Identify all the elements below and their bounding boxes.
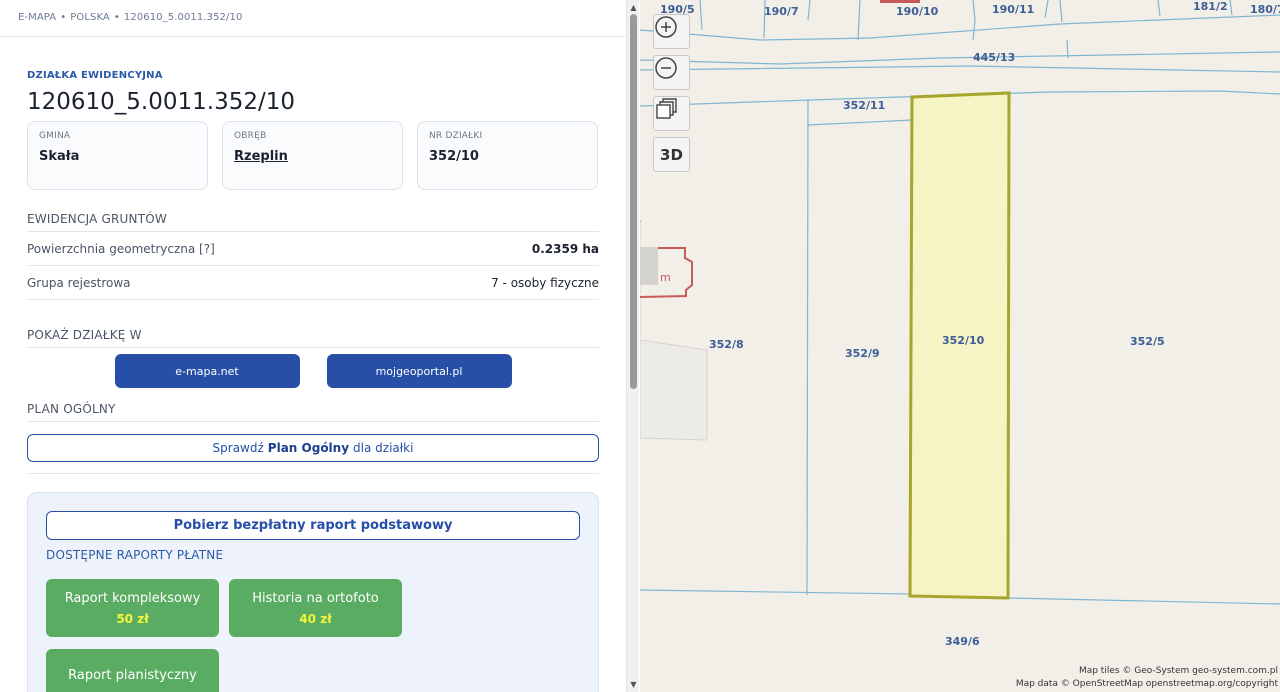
map-label-parcel: 190/10 — [896, 5, 939, 18]
obreb-link[interactable]: Rzeplin — [234, 149, 391, 164]
map-label-selected-parcel: 352/10 — [942, 334, 985, 347]
row-label: Powierzchnia geometryczna [?] — [27, 241, 215, 256]
card-label: OBRĘB — [234, 131, 267, 141]
map-label-parcel: 352/8 — [709, 338, 744, 351]
scroll-down-arrow-icon[interactable]: ▼ — [629, 680, 638, 689]
info-row-powierzchnia: Powierzchnia geometryczna [?] 0.2359 ha — [27, 232, 599, 266]
mojgeoportal-button[interactable]: mojgeoportal.pl — [326, 354, 512, 388]
emapa-button[interactable]: e-mapa.net — [114, 354, 300, 388]
check-plan-prefix: Sprawdź — [212, 441, 264, 455]
row-value: 0.2359 ha — [532, 242, 599, 256]
map-view[interactable]: 190/5 190/7 190/10 190/11 181/2 180/7 44… — [640, 0, 1280, 692]
map-attribution-tiles[interactable]: Map tiles © Geo-System geo-system.com.pl — [1079, 666, 1278, 676]
report-price: 40 zł — [299, 611, 332, 626]
row-value: 7 - osoby fizyczne — [491, 275, 599, 290]
zoom-in-button[interactable] — [653, 14, 690, 49]
scroll-thumb[interactable] — [630, 14, 637, 389]
map-label-parcel: 352/9 — [845, 347, 880, 360]
panel-scrollbar[interactable]: ▲ ▼ — [626, 0, 639, 692]
report-ortofoto-button[interactable]: Historia na ortofoto 40 zł — [229, 579, 402, 637]
zoom-out-icon — [655, 57, 677, 79]
divider — [27, 473, 599, 474]
check-plan-suffix: dla działki — [353, 441, 414, 455]
map-label-parcel: 190/7 — [764, 5, 799, 18]
section-title-ewidencja: EWIDENCJA GRUNTÓW — [27, 212, 599, 232]
parcel-info-cards: GMINA Skała OBRĘB Rzeplin NR DZIAŁKI 352… — [27, 121, 599, 190]
map-label-parcel: 349/6 — [945, 635, 980, 648]
free-report-button[interactable]: Pobierz bezpłatny raport podstawowy — [46, 511, 580, 540]
card-value: Skała — [39, 149, 80, 164]
card-value: 352/10 — [429, 149, 479, 164]
report-name: Raport kompleksowy — [64, 590, 201, 606]
3d-label: 3D — [660, 145, 683, 164]
map-label-parcel: 190/11 — [992, 3, 1035, 16]
map-label-parcel: 352/11 — [843, 99, 886, 112]
parcel-panel: E-MAPA • POLSKA • 120610_5.0011.352/10 DZIAŁ… — [0, 0, 626, 692]
map-label-parcel: 180/7 — [1250, 3, 1280, 16]
report-name: Raport planistyczny — [68, 667, 197, 683]
check-plan-bold: Plan Ogólny — [267, 441, 350, 455]
map-label-building: m — [660, 271, 671, 284]
breadcrumb-item-polska[interactable]: POLSKA — [70, 12, 110, 23]
3d-view-button[interactable]: 3D — [653, 137, 690, 172]
map-attribution-data[interactable]: Map data © OpenStreetMap openstreetmap.o… — [1016, 679, 1278, 689]
card-label: NR DZIAŁKI — [429, 131, 483, 141]
map-label-parcel: 181/2 — [1193, 0, 1228, 13]
paid-reports: Raport kompleksowy 50 zł Historia na ort… — [46, 579, 580, 692]
breadcrumb-separator: • — [113, 12, 120, 23]
paid-reports-title: DOSTĘPNE RAPORTY PŁATNE — [46, 548, 224, 562]
layers-icon — [656, 98, 677, 119]
report-planning-button[interactable]: Raport planistyczny — [46, 649, 219, 692]
check-plan-button[interactable]: Sprawdź Plan Ogólny dla działki — [27, 434, 599, 462]
card-gmina: GMINA Skała — [27, 121, 208, 190]
card-label: GMINA — [39, 131, 71, 141]
breadcrumb-item-emapa[interactable]: E-MAPA — [18, 12, 56, 23]
card-nr-dzialki: NR DZIAŁKI 352/10 — [417, 121, 598, 190]
report-comprehensive-button[interactable]: Raport kompleksowy 50 zł — [46, 579, 219, 637]
area-value: 0.2359 ha — [531, 241, 599, 256]
breadcrumb: E-MAPA • POLSKA • 120610_5.0011.352/10 — [0, 0, 626, 37]
info-row-grupa: Grupa rejestrowa 7 - osoby fizyczne — [27, 266, 599, 300]
section-title-pokaz: POKAŻ DZIAŁKĘ W — [27, 328, 599, 348]
section-kicker: DZIAŁKA EWIDENCYJNA — [27, 70, 163, 81]
breadcrumb-separator: • — [60, 12, 67, 23]
app-root: E-MAPA • POLSKA • 120610_5.0011.352/10 DZIAŁ… — [0, 0, 1280, 692]
card-obreb: OBRĘB Rzeplin — [222, 121, 403, 190]
map-label-parcel: 445/13 — [973, 51, 1016, 64]
external-links: e-mapa.net mojgeoportal.pl — [27, 354, 599, 388]
report-name: Historia na ortofoto — [252, 590, 379, 606]
zoom-in-icon — [655, 16, 677, 38]
layers-button[interactable] — [653, 96, 690, 131]
zoom-out-button[interactable] — [653, 55, 690, 90]
building-shade — [640, 247, 658, 285]
section-title-plan: PLAN OGÓLNY — [27, 402, 599, 422]
reports-box: Pobierz bezpłatny raport podstawowy DOST… — [27, 492, 599, 692]
row-label: Grupa rejestrowa — [27, 275, 131, 290]
scroll-up-arrow-icon[interactable]: ▲ — [629, 3, 638, 12]
building-edge — [880, 0, 920, 3]
report-price: 50 zł — [116, 611, 149, 626]
panel-content: DZIAŁKA EWIDENCYJNA 120610_5.0011.352/10… — [0, 70, 626, 692]
breadcrumb-item-parcel: 120610_5.0011.352/10 — [123, 12, 243, 23]
map-label-parcel: 352/5 — [1130, 335, 1165, 348]
page-title: 120610_5.0011.352/10 — [27, 89, 296, 115]
